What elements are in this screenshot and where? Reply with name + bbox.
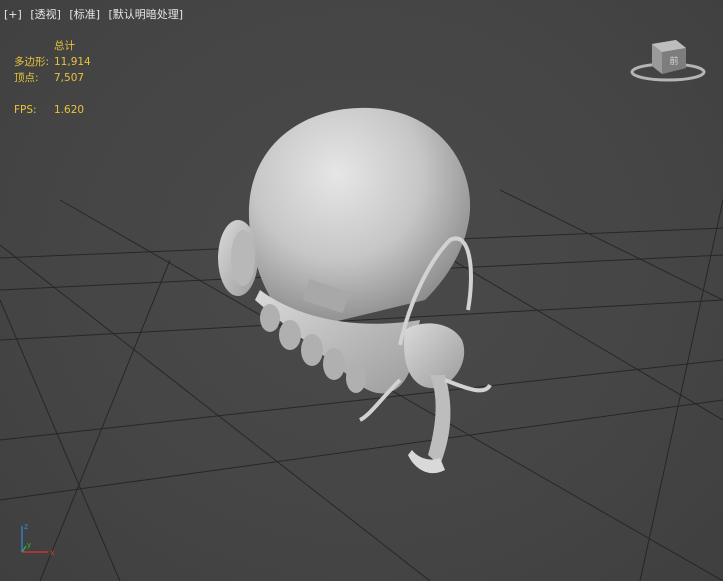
shading-menu[interactable]: [标准] — [69, 8, 100, 21]
fps-label: FPS: — [14, 104, 37, 116]
viewport-label: [+] [透视] [标准] [默认明暗处理] — [4, 6, 188, 22]
view-type-menu[interactable]: [透视] — [30, 8, 61, 21]
axis-y-label: y — [27, 541, 31, 549]
viewcube-face-label: 前 — [669, 55, 678, 67]
polygons-label: 多边形: — [14, 56, 50, 68]
axis-tripod: x y z — [21, 522, 55, 557]
axis-z-label: z — [24, 522, 28, 531]
lighting-menu[interactable]: [默认明暗处理] — [109, 8, 184, 21]
perspective-viewport[interactable]: [+] [透视] [标准] [默认明暗处理] 总计 多边形: 11,914 顶点… — [0, 0, 723, 581]
viewport-menu-button[interactable]: [+] — [4, 8, 22, 21]
stats-fps-row: FPS: 1.620 — [14, 102, 91, 118]
statistics-overlay: 总计 多边形: 11,914 顶点: 7,507 FPS: 1.620 — [14, 38, 91, 118]
axis-x-label: x — [50, 548, 55, 557]
stats-vertices-row: 顶点: 7,507 — [14, 70, 91, 86]
oxygen-mask — [404, 323, 465, 474]
stats-header: 总计 — [54, 40, 75, 52]
polygons-value: 11,914 — [54, 56, 91, 68]
helmet-dome — [248, 107, 471, 330]
viewcube[interactable]: 前 — [630, 36, 706, 84]
helmet-model[interactable] — [0, 0, 723, 581]
vertices-label: 顶点: — [14, 72, 39, 84]
vertices-value: 7,507 — [54, 72, 85, 84]
fps-value: 1.620 — [54, 104, 85, 116]
stats-polygons-row: 多边形: 11,914 — [14, 54, 91, 70]
helmet-earpiece — [218, 220, 258, 296]
